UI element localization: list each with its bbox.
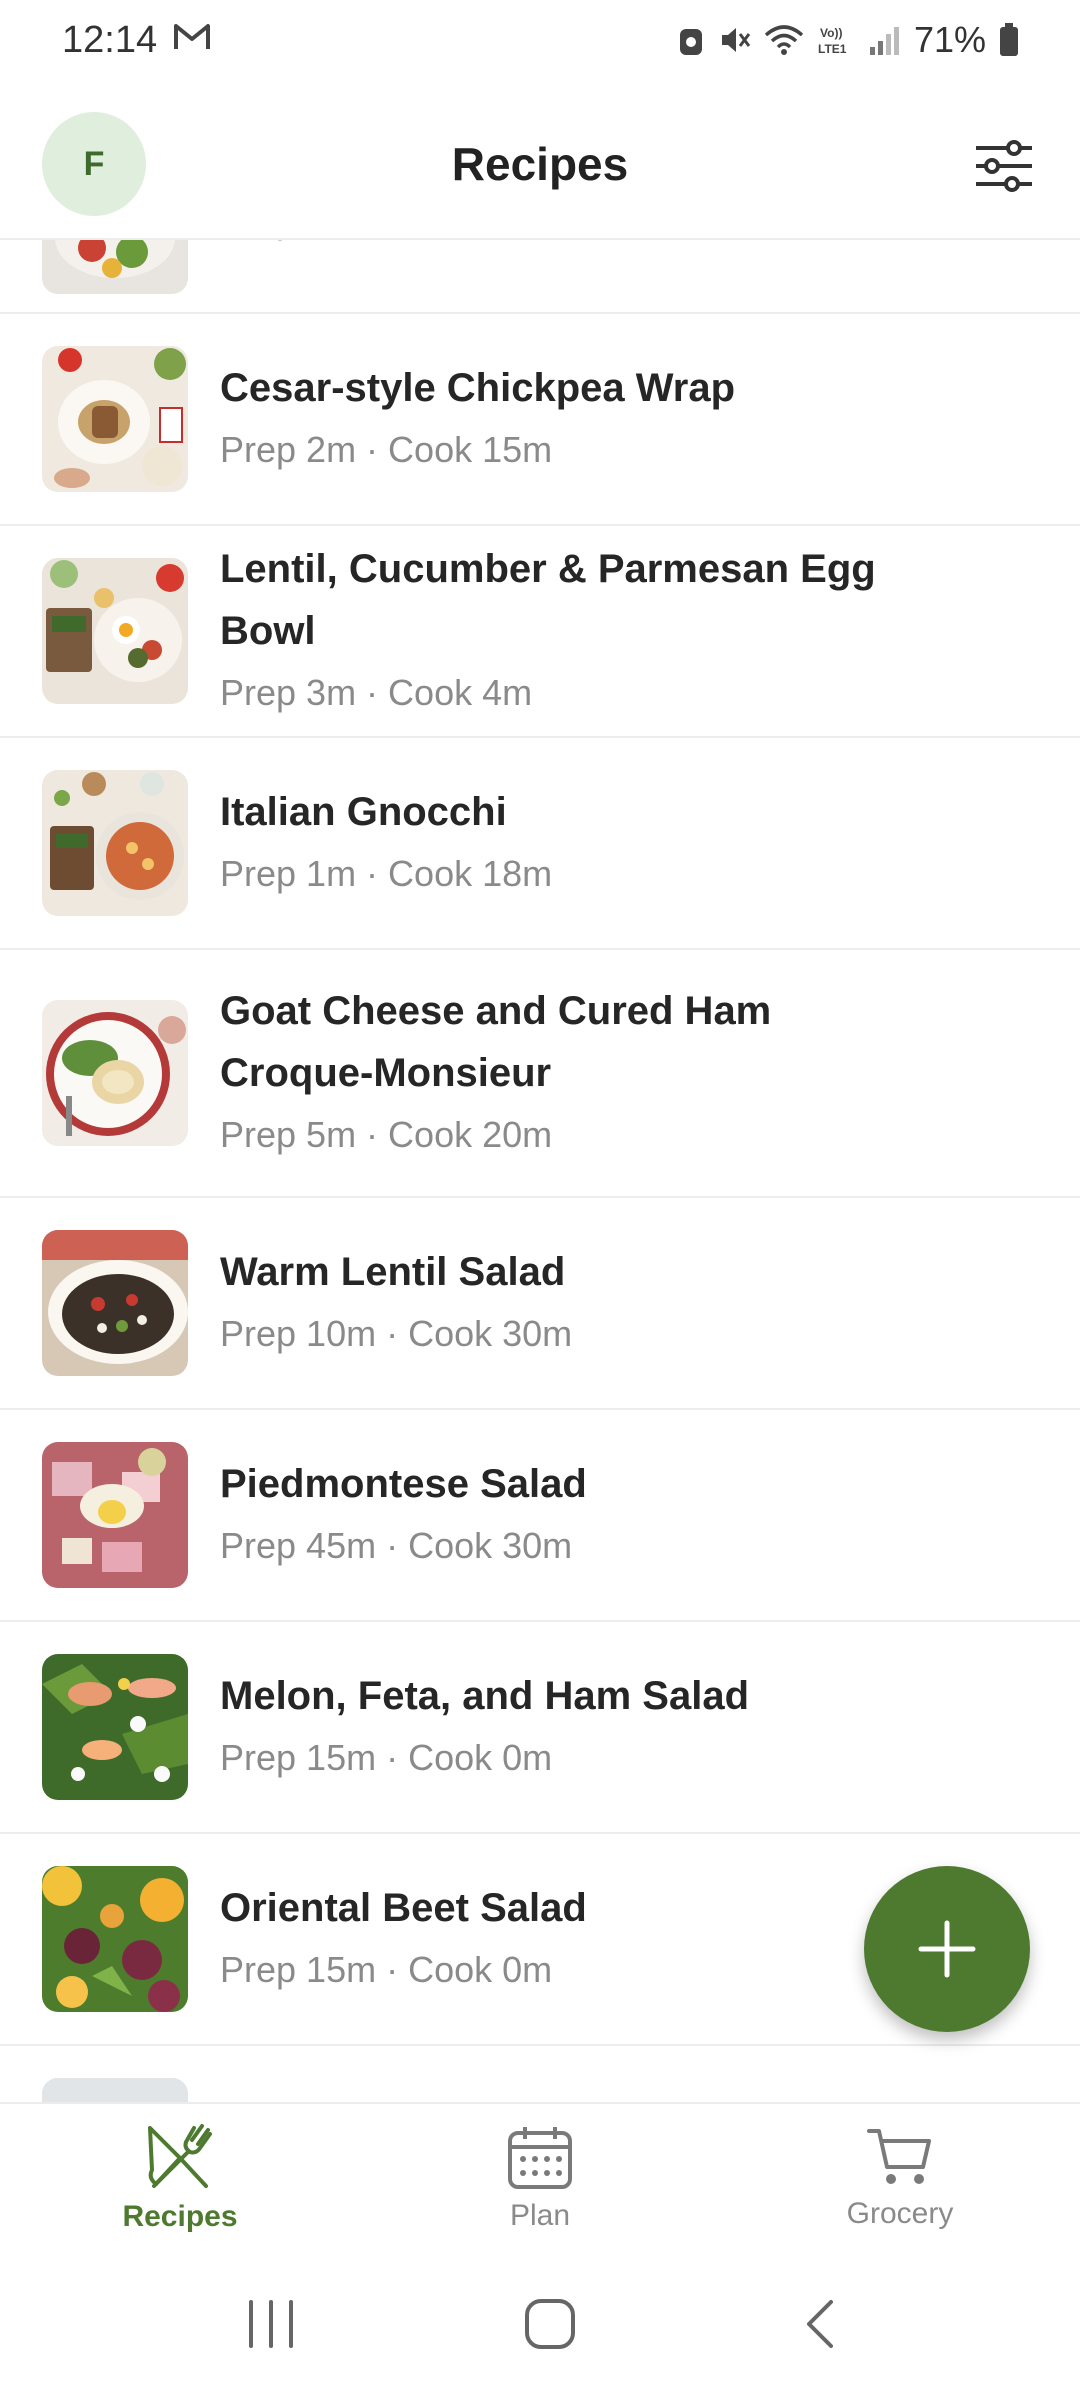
calendar-icon — [508, 2127, 572, 2189]
plus-icon — [918, 1920, 976, 1978]
signal-icon — [868, 23, 902, 57]
recent-apps-button[interactable] — [241, 2296, 301, 2357]
page-title: Recipes — [451, 138, 629, 190]
recipe-row[interactable]: Piedmontese Salad Prep 45m · Cook 30m — [0, 1410, 1080, 1622]
nav-label: Recipes — [122, 2200, 238, 2233]
recipe-list[interactable]: Prep 10m · Cook 10m Cesar-style Chickpea… — [0, 240, 1080, 2102]
recipe-thumbnail — [42, 2078, 188, 2102]
recipe-text: Oriental Beet Salad Prep 15m · Cook 0m — [220, 1877, 587, 2001]
back-button[interactable] — [799, 2296, 839, 2357]
recipe-text: Prep 10m · Cook 10m — [220, 240, 572, 252]
recipe-meta: Prep 5m · Cook 20m — [220, 1114, 553, 1155]
filter-button[interactable] — [972, 134, 1036, 198]
svg-text:Vo)): Vo)) — [820, 26, 842, 40]
back-icon — [807, 2299, 834, 2348]
battery-percent: 71% — [913, 19, 986, 60]
recipe-meta: Prep 15m · Cook 0m — [220, 1949, 553, 1990]
recipe-title: Cesar-style Chickpea Wrap — [220, 366, 736, 410]
recipe-thumbnail — [42, 1442, 188, 1588]
svg-text:LTE1: LTE1 — [818, 42, 847, 56]
recipe-text: Melon, Feta, and Ham Salad Prep 15m · Co… — [220, 1665, 749, 1789]
nav-recipes[interactable]: Recipes — [0, 2104, 360, 2252]
recipe-thumbnail — [42, 1000, 188, 1146]
recipe-meta: Prep 3m · Cook 4m — [220, 672, 533, 713]
recent-apps-icon — [248, 2299, 293, 2348]
nav-label: Plan — [509, 2199, 571, 2232]
home-button[interactable] — [522, 2296, 578, 2357]
gmail-icon — [173, 19, 211, 62]
recipe-row[interactable]: Warm Lentil Salad Prep 10m · Cook 30m — [0, 1198, 1080, 1410]
nav-plan[interactable]: Plan — [360, 2104, 720, 2252]
recipe-thumbnail — [42, 1230, 188, 1376]
recipe-text: Goat Cheese and Cured Ham Croque-Monsieu… — [220, 980, 780, 1166]
fork-knife-icon — [148, 2124, 212, 2188]
status-left: 12:14 — [62, 19, 211, 62]
avatar-initial: F — [83, 144, 105, 183]
nav-label: Grocery — [846, 2197, 954, 2230]
recipe-meta: Prep 15m · Cook 0m — [220, 1737, 553, 1778]
recipe-thumbnail — [42, 1866, 188, 2012]
volte-icon: Vo)) LTE1 — [816, 23, 856, 57]
bottom-nav: Recipes Plan Grocery — [0, 2102, 1080, 2252]
app-header: F Recipes — [0, 90, 1080, 240]
recipe-thumbnail — [42, 346, 188, 492]
mute-icon — [718, 23, 752, 57]
recipe-thumbnail — [42, 1654, 188, 1800]
recipe-text: Lentil, Cucumber & Parmesan Egg Bowl Pre… — [220, 538, 980, 724]
recipe-meta: Prep 10m · Cook 30m — [220, 1313, 573, 1354]
recipe-meta: Prep 2m · Cook 15m — [220, 429, 553, 470]
recipe-text: Cesar-style Chickpea Wrap Prep 2m · Cook… — [220, 357, 735, 481]
recipe-title: Piedmontese Salad — [220, 1462, 587, 1506]
status-time: 12:14 — [62, 18, 158, 61]
recipe-row-partial[interactable]: Prep 10m · Cook 10m — [0, 240, 1080, 314]
recipe-row-partial[interactable] — [0, 2046, 1080, 2102]
recipe-title: Lentil, Cucumber & Parmesan Egg Bowl — [220, 547, 876, 653]
recipe-title: Oriental Beet Salad — [220, 1886, 587, 1930]
recipe-thumbnail — [42, 240, 188, 294]
recipe-row[interactable]: Italian Gnocchi Prep 1m · Cook 18m — [0, 738, 1080, 950]
status-bar: 12:14 Vo)) LTE1 71% — [0, 0, 1080, 80]
sliders-icon — [976, 140, 1032, 192]
recipe-row[interactable]: Goat Cheese and Cured Ham Croque-Monsieu… — [0, 950, 1080, 1198]
recipe-thumbnail — [42, 770, 188, 916]
recipe-text: Piedmontese Salad Prep 45m · Cook 30m — [220, 1453, 587, 1577]
alarm-icon — [676, 23, 706, 57]
recipe-meta: Prep 10m · Cook 10m — [220, 240, 572, 252]
recipe-title: Warm Lentil Salad — [220, 1250, 566, 1294]
recipe-meta: Prep 1m · Cook 18m — [220, 853, 553, 894]
recipe-title: Italian Gnocchi — [220, 790, 507, 834]
recipe-row[interactable]: Cesar-style Chickpea Wrap Prep 2m · Cook… — [0, 314, 1080, 526]
avatar[interactable]: F — [42, 112, 146, 216]
recipe-text: Italian Gnocchi Prep 1m · Cook 18m — [220, 781, 552, 905]
system-nav — [0, 2252, 1080, 2400]
recipe-thumbnail — [42, 558, 188, 704]
status-right: Vo)) LTE1 71% — [676, 19, 1020, 61]
recipe-text: Warm Lentil Salad Prep 10m · Cook 30m — [220, 1241, 572, 1365]
recipe-meta: Prep 45m · Cook 30m — [220, 1525, 573, 1566]
wifi-icon — [764, 23, 804, 57]
battery-icon — [998, 22, 1020, 58]
recipe-title: Goat Cheese and Cured Ham Croque-Monsieu… — [220, 989, 772, 1095]
recipe-row[interactable]: Melon, Feta, and Ham Salad Prep 15m · Co… — [0, 1622, 1080, 1834]
cart-icon — [867, 2129, 931, 2184]
home-icon — [524, 2298, 575, 2349]
recipe-title: Melon, Feta, and Ham Salad — [220, 1674, 750, 1718]
recipe-row[interactable]: Lentil, Cucumber & Parmesan Egg Bowl Pre… — [0, 526, 1080, 738]
nav-grocery[interactable]: Grocery — [720, 2104, 1080, 2252]
add-recipe-button[interactable] — [864, 1866, 1030, 2032]
